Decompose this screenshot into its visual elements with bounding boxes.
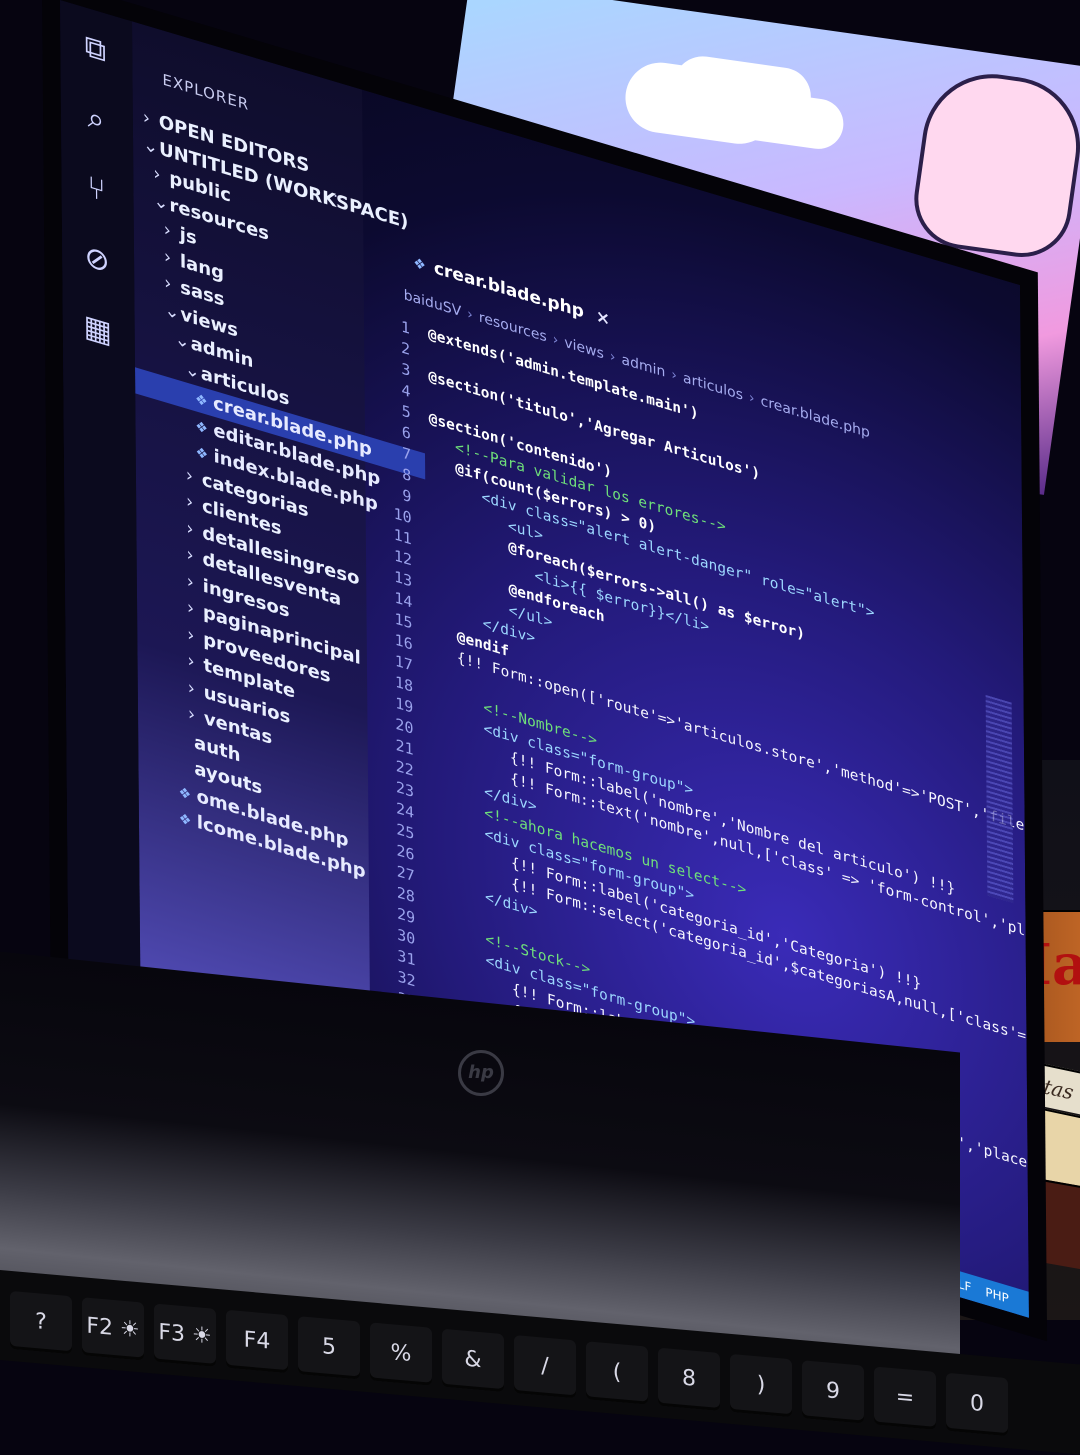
breadcrumb-item[interactable]: articulos	[683, 370, 743, 404]
tree-item-label: js	[179, 223, 197, 250]
keyboard-key[interactable]: %	[370, 1322, 432, 1386]
keyboard-key[interactable]: 8	[658, 1347, 720, 1411]
chevron-right-icon: ›	[142, 106, 151, 130]
files-icon[interactable]: ⧉	[76, 25, 114, 74]
search-icon[interactable]: ⌕	[77, 95, 115, 144]
debug-icon[interactable]: ⊘	[78, 235, 116, 284]
chevron-right-icon: ›	[163, 245, 172, 269]
chevron-down-icon: ⌄	[142, 133, 159, 159]
chevron-down-icon: ⌄	[174, 328, 190, 354]
breadcrumb-separator: ›	[552, 331, 559, 350]
chevron-right-icon: ›	[186, 596, 195, 620]
keyboard-key[interactable]: 9	[802, 1360, 864, 1424]
chevron-right-icon	[178, 743, 194, 748]
breadcrumb-separator: ›	[467, 305, 473, 324]
keyboard-key[interactable]: =	[874, 1366, 936, 1430]
line-number-gutter: 1 2 3 4 5 6 7 8 9 10 11 12 13 14 15 16 17 18 19 20 21 22 23 24 2…	[364, 305, 416, 1056]
explorer-title: EXPLORER	[162, 70, 250, 115]
close-icon[interactable]: ×	[596, 306, 610, 330]
poster-cloud	[620, 58, 780, 149]
chevron-right-icon: ›	[185, 463, 194, 488]
chevron-right-icon: ›	[187, 676, 195, 700]
breadcrumb-item[interactable]: baiduSV	[404, 287, 462, 320]
poster-character	[907, 65, 1080, 264]
breadcrumb-item[interactable]: views	[564, 335, 604, 363]
chevron-right-icon: ›	[186, 570, 195, 594]
chevron-down-icon: ⌄	[153, 189, 169, 215]
chevron-right-icon: ›	[186, 543, 194, 567]
keyboard-key[interactable]: )	[730, 1353, 792, 1418]
php-file-icon: ❖	[178, 810, 192, 831]
chevron-right-icon: ›	[163, 218, 172, 242]
chevron-down-icon: ⌄	[164, 298, 180, 325]
activity-bar: ⧉ ⌕ ⑂ ⊘ ▦	[60, 0, 141, 1055]
chevron-right-icon: ›	[153, 162, 161, 186]
explorer-sidebar: EXPLORER ... › OPEN EDITORS ⌄UNTITLED (WOR…	[131, 21, 426, 1123]
chevron-right-icon	[178, 769, 194, 774]
chevron-right-icon: ›	[164, 271, 172, 296]
chevron-right-icon: ›	[187, 623, 195, 647]
extensions-icon[interactable]: ▦	[79, 306, 117, 355]
keyboard-key[interactable]: F3 ☀	[154, 1303, 216, 1367]
chevron-right-icon: ›	[187, 649, 195, 674]
breadcrumb-separator: ›	[671, 366, 678, 385]
chevron-down-icon: ⌄	[184, 357, 201, 384]
keyboard-key[interactable]: F4	[226, 1309, 288, 1374]
keyboard-key[interactable]: (	[586, 1341, 648, 1405]
keyboard-key[interactable]: /	[514, 1334, 576, 1399]
breadcrumb-separator: ›	[748, 389, 755, 408]
status-item[interactable]: PHP	[985, 1285, 1009, 1306]
keyboard-key[interactable]: 5	[298, 1316, 360, 1380]
keyboard-key[interactable]: ?	[10, 1290, 72, 1355]
keyboard-key[interactable]: F2 ☀	[82, 1297, 144, 1361]
source-control-icon[interactable]: ⑂	[77, 165, 115, 214]
keyboard-key[interactable]: &	[442, 1328, 504, 1393]
keyboard-key[interactable]: 0	[946, 1372, 1008, 1437]
breadcrumb-item[interactable]: admin	[621, 352, 665, 381]
chevron-right-icon: ›	[186, 516, 194, 541]
chevron-right-icon: ›	[185, 490, 194, 514]
chevron-right-icon: ›	[187, 702, 196, 727]
hp-logo: hp	[458, 1050, 504, 1096]
breadcrumb-separator: ›	[609, 348, 616, 367]
php-file-icon: ❖	[413, 254, 426, 275]
minimap[interactable]	[985, 694, 1014, 904]
